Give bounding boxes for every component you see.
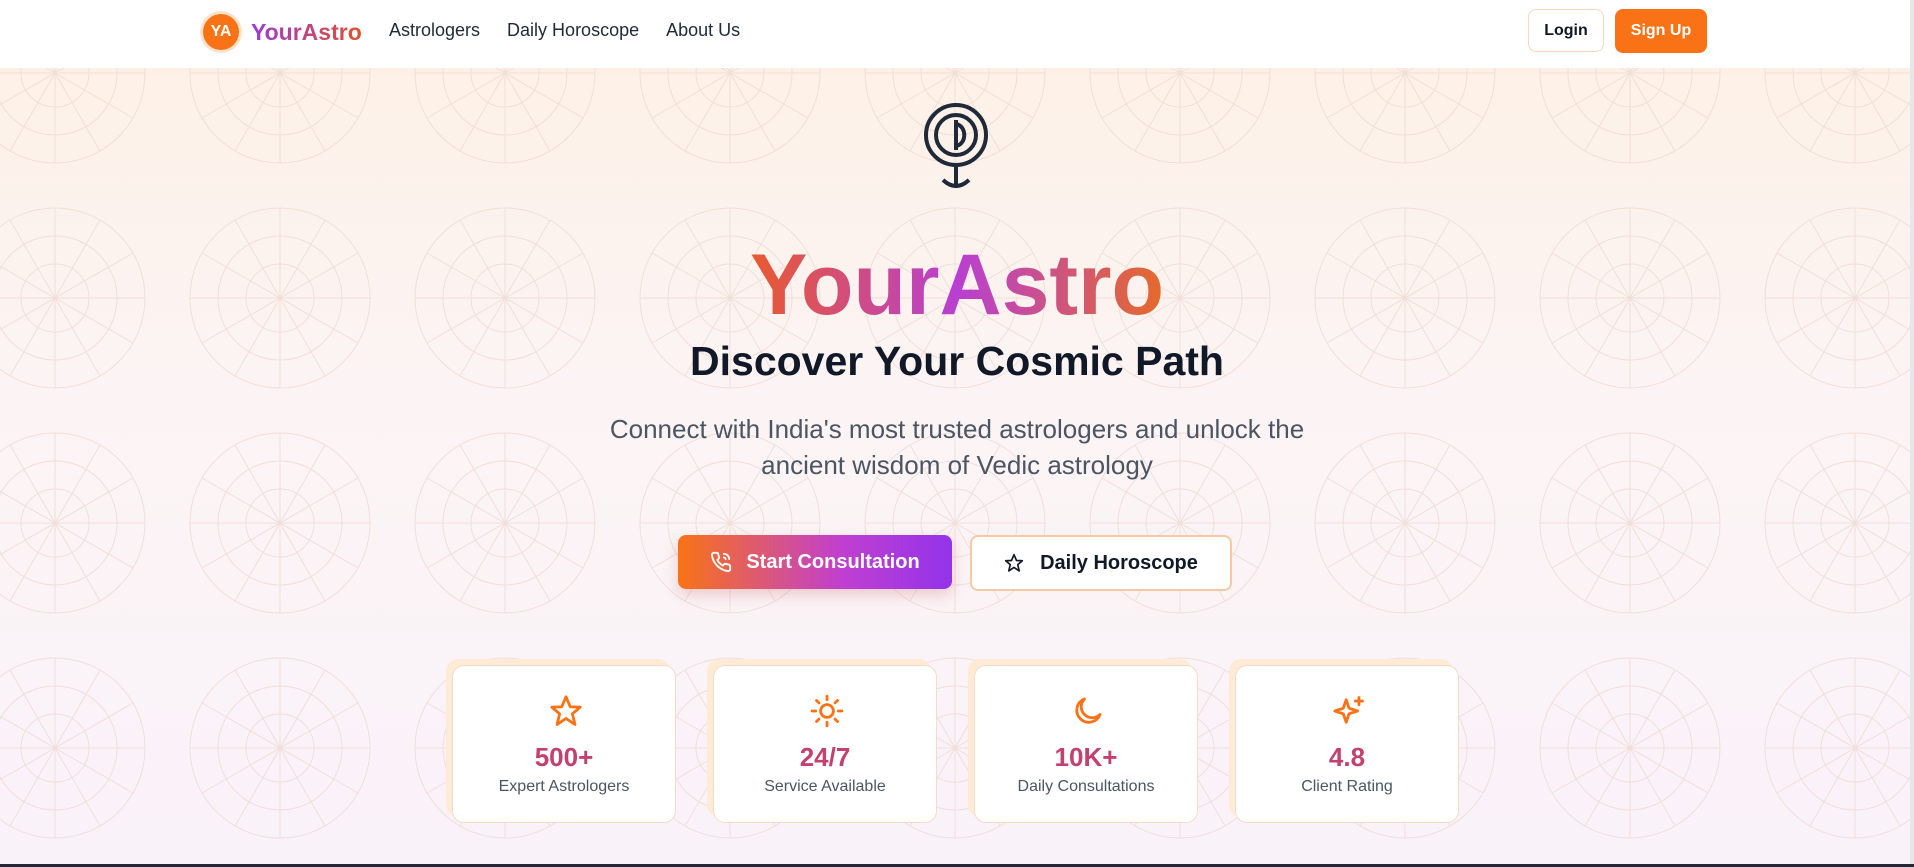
stats-row: 500+ Expert Astrologers 24/7 Service Ava…	[0, 665, 1914, 825]
daily-horoscope-button[interactable]: Daily Horoscope	[970, 535, 1232, 591]
astro-seal-icon	[924, 103, 988, 188]
login-button[interactable]: Login	[1528, 9, 1604, 52]
stat-card-consultations: 10K+ Daily Consultations	[974, 665, 1198, 823]
stat-value: 24/7	[799, 742, 851, 772]
stat-card-astrologers: 500+ Expert Astrologers	[452, 665, 676, 823]
sparkles-icon	[1333, 696, 1364, 724]
stat-value: 4.8	[1328, 742, 1366, 772]
top-navbar: YA YourAstro Astrologers Daily Horoscope…	[0, 0, 1914, 68]
daily-horoscope-label: Daily Horoscope	[1040, 551, 1198, 574]
stat-label: Expert Astrologers	[498, 778, 630, 795]
hero-title: YourAstro	[749, 237, 1165, 333]
page-scrollbar[interactable]	[1910, 0, 1914, 867]
stat-label: Daily Consultations	[1017, 778, 1155, 795]
stat-card-rating: 4.8 Client Rating	[1235, 665, 1459, 823]
brand-badge: YA	[203, 14, 239, 50]
hero-subtitle: Discover Your Cosmic Path	[690, 338, 1224, 384]
stat-value: 500+	[534, 742, 594, 772]
start-consultation-label: Start Consultation	[746, 550, 920, 573]
stat-label: Client Rating	[1301, 778, 1393, 795]
star-outline-icon	[1004, 553, 1024, 572]
brand-logo-link[interactable]: YA YourAstro	[203, 14, 362, 50]
signup-button[interactable]: Sign Up	[1615, 9, 1707, 53]
brand-name: YourAstro	[251, 18, 362, 45]
hero-description: Connect with India's most trusted astrol…	[609, 414, 1305, 480]
stat-label: Service Available	[764, 778, 886, 795]
stat-value: 10K+	[1054, 742, 1118, 772]
nav-link-daily-horoscope[interactable]: Daily Horoscope	[507, 20, 639, 41]
start-consultation-button[interactable]: Start Consultation	[678, 535, 952, 589]
phone-icon	[711, 551, 732, 572]
star-icon	[550, 695, 582, 726]
moon-icon	[1075, 697, 1102, 724]
nav-links: Astrologers Daily Horoscope About Us	[389, 20, 740, 41]
nav-link-astrologers[interactable]: Astrologers	[389, 20, 480, 41]
nav-link-about-us[interactable]: About Us	[666, 20, 740, 41]
stat-card-service: 24/7 Service Available	[713, 665, 937, 823]
sun-icon	[810, 694, 844, 728]
